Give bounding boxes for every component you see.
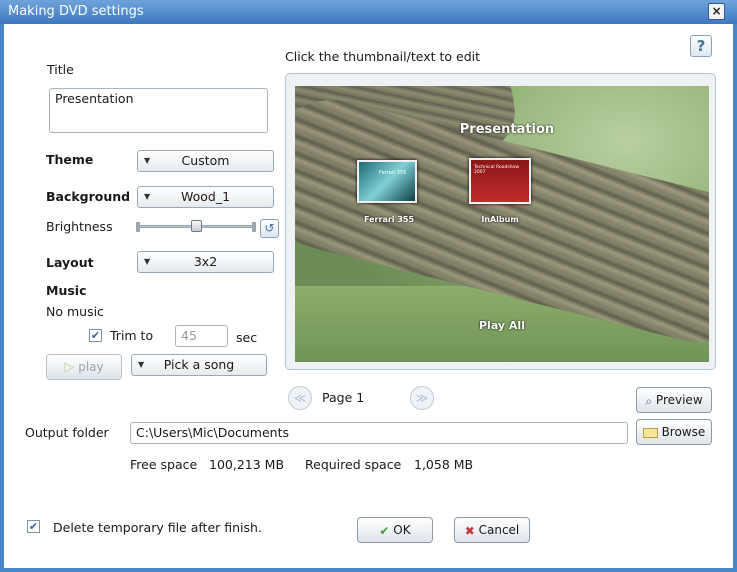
- brightness-slider-thumb[interactable]: [190, 220, 202, 232]
- checkmark-icon: ✔: [90, 329, 101, 342]
- thumbnail-inalbum-caption[interactable]: InAlbum: [467, 215, 533, 224]
- theme-value: Custom: [181, 153, 230, 168]
- reset-icon: ↺: [264, 221, 275, 235]
- window-title: Making DVD settings: [8, 4, 144, 19]
- play-button[interactable]: ▷ play: [46, 354, 122, 380]
- dropdown-arrow-icon: ▼: [144, 156, 151, 165]
- dropdown-arrow-icon: ▼: [138, 360, 145, 369]
- thumbnail-inalbum[interactable]: Technical Roadshow 2007: [469, 158, 531, 204]
- checkmark-icon: ✔: [28, 520, 39, 533]
- trim-label: Trim to: [110, 328, 154, 343]
- title-input[interactable]: Presentation: [49, 88, 268, 133]
- layout-value: 3x2: [193, 254, 218, 269]
- check-icon: ✔: [379, 523, 390, 538]
- previous-page-icon: ≪: [293, 391, 307, 405]
- brightness-label: Brightness: [46, 219, 113, 234]
- background-dropdown[interactable]: ▼ Wood_1: [137, 186, 274, 208]
- required-space-label: Required space: [305, 457, 402, 472]
- ok-button-label: OK: [393, 523, 411, 537]
- free-space-value: 100,213 MB: [209, 457, 285, 472]
- play-all-text[interactable]: Play All: [295, 319, 709, 332]
- trim-seconds-value: 45: [181, 328, 197, 343]
- browse-button[interactable]: Browse: [636, 419, 712, 445]
- cancel-button[interactable]: ✖ Cancel: [454, 517, 530, 543]
- menu-preview[interactable]: Presentation Ferrari 355 Ferrari 355 Tec…: [295, 86, 709, 362]
- output-folder-input[interactable]: C:\Users\Mic\Documents: [130, 422, 628, 444]
- dialog-window: Making DVD settings × ? Title Presentati…: [0, 0, 737, 572]
- title-input-value: Presentation: [55, 91, 134, 106]
- browse-button-label: Browse: [661, 425, 706, 439]
- previous-page-button[interactable]: ≪: [288, 386, 312, 410]
- theme-dropdown[interactable]: ▼ Custom: [137, 150, 274, 172]
- next-page-icon: ≫: [415, 391, 429, 405]
- title-label: Title: [47, 62, 74, 77]
- title-bar: Making DVD settings ×: [0, 0, 737, 24]
- required-space-value: 1,058 MB: [414, 457, 474, 472]
- delete-temp-label: Delete temporary file after finish.: [53, 520, 262, 535]
- layout-dropdown[interactable]: ▼ 3x2: [137, 251, 274, 273]
- menu-title-text[interactable]: Presentation: [295, 122, 709, 137]
- cancel-icon: ✖: [464, 523, 475, 538]
- layout-label: Layout: [46, 255, 94, 270]
- close-icon: ×: [711, 4, 722, 18]
- brightness-reset-button[interactable]: ↺: [260, 219, 279, 238]
- thumbnail-ferrari-caption[interactable]: Ferrari 355: [357, 215, 421, 224]
- pick-song-label: Pick a song: [163, 357, 235, 372]
- magnifier-icon: ⌕: [645, 393, 653, 408]
- ok-button[interactable]: ✔ OK: [357, 517, 433, 543]
- cancel-button-label: Cancel: [478, 523, 520, 537]
- delete-temp-checkbox[interactable]: ✔: [27, 520, 40, 533]
- folder-icon: [642, 427, 658, 438]
- theme-label: Theme: [46, 152, 94, 167]
- background-value: Wood_1: [180, 189, 231, 204]
- play-button-label: play: [78, 360, 104, 374]
- close-button[interactable]: ×: [708, 3, 725, 20]
- thumbnail-inalbum-text: Technical Roadshow 2007: [474, 165, 520, 175]
- preview-instruction: Click the thumbnail/text to edit: [285, 49, 481, 64]
- music-status: No music: [46, 304, 104, 319]
- trim-unit: sec: [236, 330, 258, 345]
- preview-button-label: Preview: [655, 393, 703, 407]
- output-folder-label: Output folder: [25, 425, 109, 440]
- thumbnail-ferrari-text: Ferrari 355: [379, 170, 407, 176]
- trim-seconds-input[interactable]: 45: [175, 325, 228, 347]
- trim-checkbox[interactable]: ✔: [89, 329, 102, 342]
- next-page-button[interactable]: ≫: [410, 386, 434, 410]
- preview-button[interactable]: ⌕ Preview: [636, 387, 712, 413]
- page-label: Page 1: [322, 390, 365, 405]
- preview-frame: Presentation Ferrari 355 Ferrari 355 Tec…: [285, 73, 716, 370]
- dropdown-arrow-icon: ▼: [144, 192, 151, 201]
- thumbnail-ferrari[interactable]: Ferrari 355: [357, 160, 417, 203]
- slider-max-tick: [252, 222, 256, 232]
- help-icon: ?: [696, 37, 706, 55]
- dropdown-arrow-icon: ▼: [144, 257, 151, 266]
- dialog-body: ? Title Presentation Theme ▼ Custom Back…: [4, 24, 733, 568]
- background-label: Background: [46, 189, 131, 204]
- help-button[interactable]: ?: [690, 35, 712, 57]
- output-folder-path: C:\Users\Mic\Documents: [136, 425, 289, 440]
- music-label: Music: [46, 283, 87, 298]
- free-space-label: Free space: [130, 457, 198, 472]
- pick-song-dropdown[interactable]: ▼ Pick a song: [131, 354, 267, 376]
- play-icon: ▷: [64, 359, 75, 375]
